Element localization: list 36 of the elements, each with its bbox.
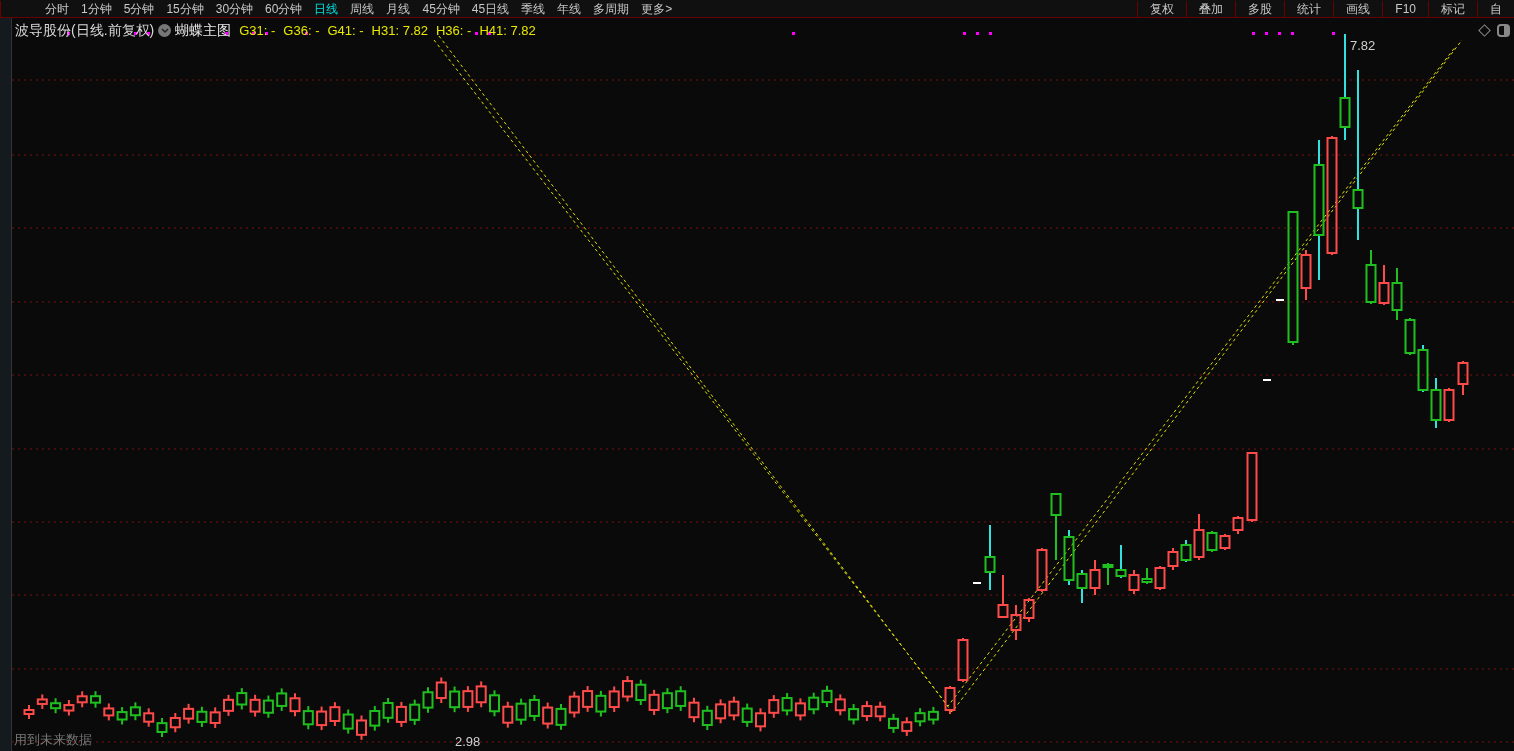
toolbar-button[interactable]: 叠加 [1186, 1, 1236, 17]
period-tab[interactable]: 日线 [314, 1, 339, 17]
indicator-value: H31: 7.82 [371, 21, 428, 40]
period-tab[interactable]: 5分钟 [123, 1, 155, 17]
toolbar-button[interactable]: 复权 [1137, 1, 1187, 17]
period-tab[interactable]: 周线 [350, 1, 375, 17]
period-tab[interactable]: 更多> [641, 1, 673, 17]
toolbar-button[interactable]: 标记 [1428, 1, 1477, 17]
period-tab[interactable]: 45分钟 [422, 1, 460, 17]
toolbar-button[interactable]: 画线 [1333, 1, 1383, 17]
indicator-value: G41: - [327, 21, 364, 40]
panel-toggle-icon[interactable] [1497, 24, 1510, 37]
period-tab[interactable]: 年线 [557, 1, 582, 17]
period-tab[interactable]: 多周期 [593, 1, 630, 17]
period-tab[interactable]: 分时 [45, 1, 69, 17]
period-tab[interactable]: 30分钟 [215, 1, 254, 17]
toolbar-button[interactable]: F10 [1382, 1, 1428, 17]
period-tab[interactable]: 季线 [521, 1, 546, 17]
period-tab[interactable]: 1分钟 [81, 1, 112, 17]
indicator-name[interactable]: 蝴蝶主图 [175, 20, 232, 41]
stock-title: 波导股份(日线.前复权) [15, 21, 155, 40]
period-tab[interactable]: 45日线 [471, 1, 510, 17]
indicator-value: G36: - [283, 21, 320, 40]
future-data-note: 用到未来数据 [14, 731, 92, 749]
toolbar-button[interactable]: 统计 [1284, 1, 1334, 17]
indicator-value: H41: 7.82 [479, 21, 536, 40]
high-price-label: 7.82 [1350, 37, 1376, 55]
toolbar-button[interactable]: 多股 [1235, 1, 1285, 17]
period-tab[interactable]: 15分钟 [166, 1, 204, 17]
indicator-value: G31: - [239, 21, 276, 40]
toolbar-button[interactable]: 自 [1477, 1, 1514, 17]
indicator-value: H36: - [435, 21, 472, 40]
period-tab[interactable]: 月线 [386, 1, 411, 17]
period-tab[interactable]: 60分钟 [265, 1, 303, 17]
dropdown-icon[interactable] [158, 24, 172, 37]
low-price-label: 2.98 [455, 733, 481, 751]
